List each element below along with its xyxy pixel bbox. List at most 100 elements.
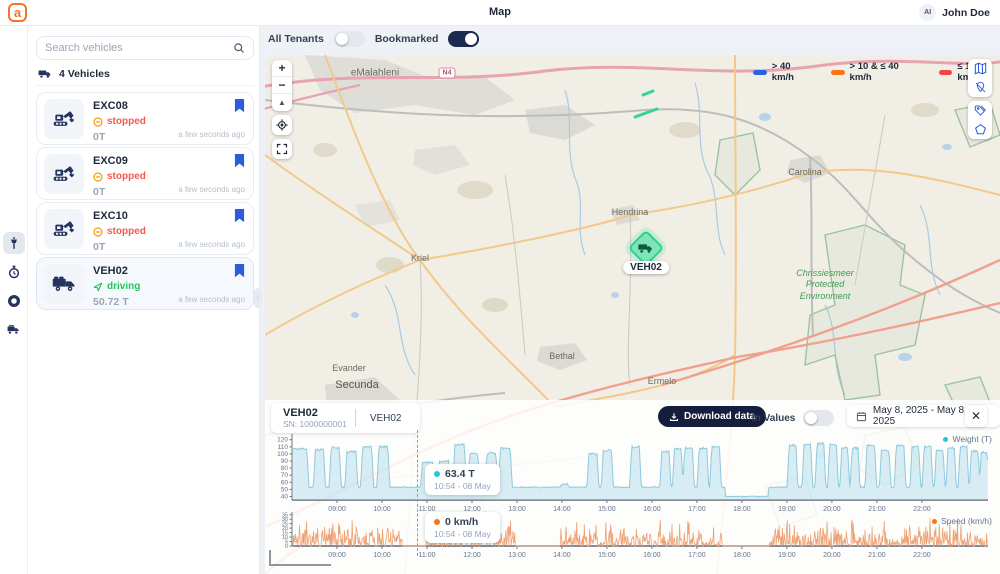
vehicle-tab[interactable]: VEH02 [356,403,416,433]
map-layers-icon [974,62,987,75]
locate-button[interactable] [272,115,292,135]
weight-tooltip: 63.4 T 10:54 - 08 May [425,464,500,495]
vehicle-card-exc08[interactable]: EXC08stopped0Ta few seconds ago [36,92,254,145]
location-off-icon [974,81,987,94]
location-off-button[interactable] [968,78,992,97]
weight-legend: Weight (T) [943,434,992,444]
map-scale-bar [269,550,331,566]
speed-dot-icon [434,519,440,525]
svg-text:15:00: 15:00 [598,552,616,559]
svg-text:20:00: 20:00 [823,552,841,559]
toggle-label-all-tenants: All Tenants [268,33,324,45]
svg-text:50: 50 [281,486,289,493]
vehicle-card-veh02[interactable]: VEH02driving50.72 Ta few seconds ago [36,257,254,310]
map-label: Evander [332,363,366,373]
sidebar-resize-handle[interactable]: ⋮ [254,288,262,308]
svg-text:21:00: 21:00 [868,552,886,559]
vehicle-updated: a few seconds ago [178,295,245,304]
toggle-all-tenants[interactable] [334,31,365,47]
calendar-icon [856,411,867,422]
close-panel-button[interactable]: ✕ [965,405,987,427]
svg-text:12:00: 12:00 [463,552,481,559]
vehicle-name: EXC10 [93,210,128,222]
polygon-icon [974,123,987,136]
content-shell: 4 Vehicles EXC08stopped0Ta few seconds a… [0,26,1000,574]
vehicle-sidebar: 4 Vehicles EXC08stopped0Ta few seconds a… [28,26,260,574]
svg-text:19:00: 19:00 [778,552,796,559]
rail-stopwatch-icon[interactable] [3,261,25,283]
map-label: Kriel [411,253,429,263]
vehicle-card-exc10[interactable]: EXC10stopped0Ta few seconds ago [36,202,254,255]
excavator-icon [44,154,84,194]
in-values-toggle[interactable] [803,410,834,426]
rail-tire-icon[interactable] [3,290,25,312]
truck-icon [44,264,84,304]
svg-text:100: 100 [277,451,288,458]
legend-item: > 10 & ≤ 40 km/h [831,61,923,83]
svg-text:10:00: 10:00 [373,552,391,559]
speed-legend: > 40 km/h> 10 & ≤ 40 km/h≤ 10 km/h [753,61,1000,83]
vehicle-status: stopped [93,171,146,182]
expand-icon [276,143,288,155]
svg-text:17:00: 17:00 [688,552,706,559]
user-menu[interactable]: AI John Doe [919,4,990,21]
vehicle-updated: a few seconds ago [178,185,245,194]
speed-legend-label: Speed (km/h) [932,516,992,526]
map-label: Ermelo [648,376,677,386]
svg-text:16:00: 16:00 [643,552,661,559]
vehicle-updated: a few seconds ago [178,130,245,139]
vehicle-card-exc09[interactable]: EXC09 stopped 0T a few seconds ago [36,147,254,200]
search-input[interactable] [45,42,233,54]
legend-item: > 40 km/h [753,61,815,83]
svg-text:13:00: 13:00 [508,552,526,559]
fullscreen-button[interactable] [272,139,292,159]
zoom-out-button[interactable]: − [272,77,292,94]
map-label: Hendrina [612,207,649,217]
bookmark-icon[interactable] [234,264,245,278]
vehicle-updated: a few seconds ago [178,240,245,249]
download-data-button[interactable]: Download data [658,406,766,427]
user-name: John Doe [942,7,990,19]
search-icon [233,42,245,54]
map-label: Chrissiesmeer Protected Environment [796,268,854,302]
bookmark-icon[interactable] [234,154,245,168]
vehicle-weight: 0T [93,186,105,198]
page-title: Map [0,6,1000,18]
bookmark-icon[interactable] [234,99,245,113]
truck-icon [38,69,52,79]
tags-button[interactable] [968,101,992,120]
svg-text:110: 110 [278,444,289,451]
in-values-control: In Values [752,410,834,426]
bookmark-icon[interactable] [234,209,245,223]
speed-chart: 0510152025303509:0010:0011:0012:0013:001… [265,510,1000,562]
svg-text:80: 80 [281,465,289,472]
zoom-in-button[interactable]: + [272,60,292,77]
search-box [36,36,254,60]
svg-text:11:00: 11:00 [419,552,436,559]
vehicle-weight: 50.72 T [93,296,129,308]
weight-dot-icon [434,471,440,477]
weight-dot-icon [943,437,948,442]
rail-tower-icon[interactable] [3,232,25,254]
target-icon [276,119,288,131]
vehicle-marker-label: VEH02 [623,261,669,274]
svg-text:60: 60 [281,479,289,486]
panel-vehicle-name: VEH02 [283,407,347,419]
toggle-bookmarked[interactable] [448,31,479,47]
svg-text:120: 120 [277,437,288,444]
map-label: Carolina [788,167,822,177]
map-layers-button[interactable] [968,59,992,78]
bearing-reset-button[interactable]: ▲ [272,94,292,111]
vehicle-name: EXC09 [93,155,128,167]
vehicle-status: stopped [93,226,146,237]
polygon-button[interactable] [968,120,992,139]
vehicle-header-card: VEH02 SN: 1000000001 VEH02 [271,403,420,433]
vehicle-status: driving [93,281,140,292]
map-canvas[interactable]: eMalahleniCarolinaHendrinaKrielBethalEva… [265,55,1000,574]
svg-text:40: 40 [281,494,289,501]
tags-icon [974,104,987,117]
rail-truck-fleet-icon[interactable] [3,319,25,341]
vehicle-status: stopped [93,116,146,127]
toggle-label-bookmarked: Bookmarked [375,33,439,45]
avatar[interactable]: AI [919,4,936,21]
